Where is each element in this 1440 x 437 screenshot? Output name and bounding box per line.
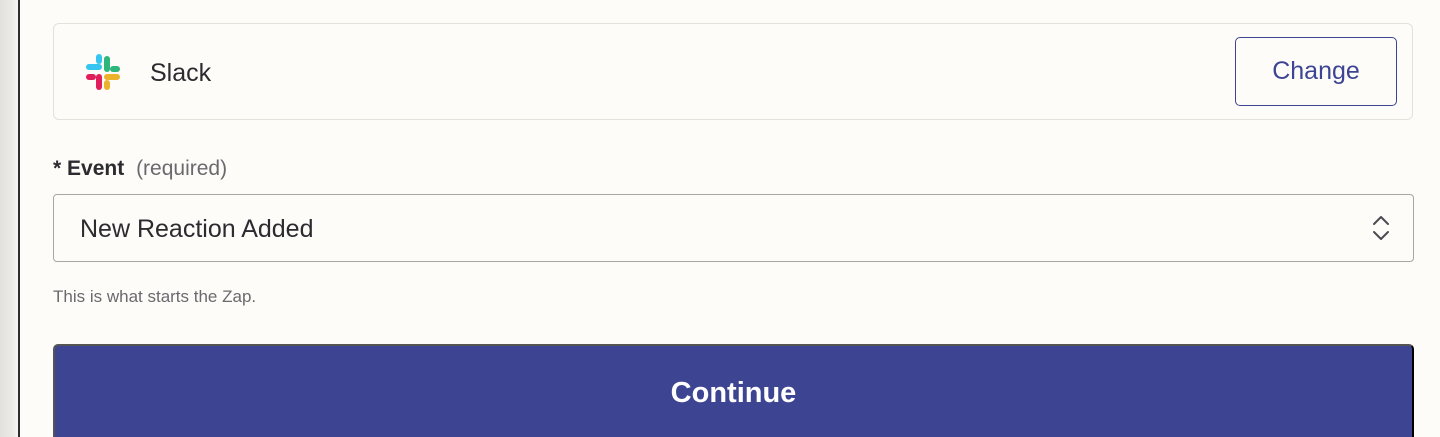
event-label-text: Event: [67, 157, 125, 180]
panel-divider: [18, 0, 20, 437]
zap-trigger-panel: Slack Change * Event (required) New Reac…: [0, 0, 1440, 437]
required-hint: (required): [136, 157, 228, 180]
required-marker: *: [53, 157, 62, 180]
chevron-up-down-icon: [1373, 216, 1389, 240]
change-app-button[interactable]: Change: [1235, 37, 1397, 106]
sidebar-edge-shadow: [0, 0, 18, 437]
app-selection-card: Slack Change: [53, 23, 1413, 120]
event-select[interactable]: New Reaction Added: [53, 194, 1414, 262]
event-field-label: * Event (required): [53, 156, 227, 182]
app-name: Slack: [150, 59, 212, 87]
event-select-value: New Reaction Added: [80, 215, 314, 243]
slack-logo-icon: [86, 54, 120, 90]
event-helper-text: This is what starts the Zap.: [53, 287, 257, 306]
continue-button[interactable]: Continue: [53, 344, 1414, 437]
